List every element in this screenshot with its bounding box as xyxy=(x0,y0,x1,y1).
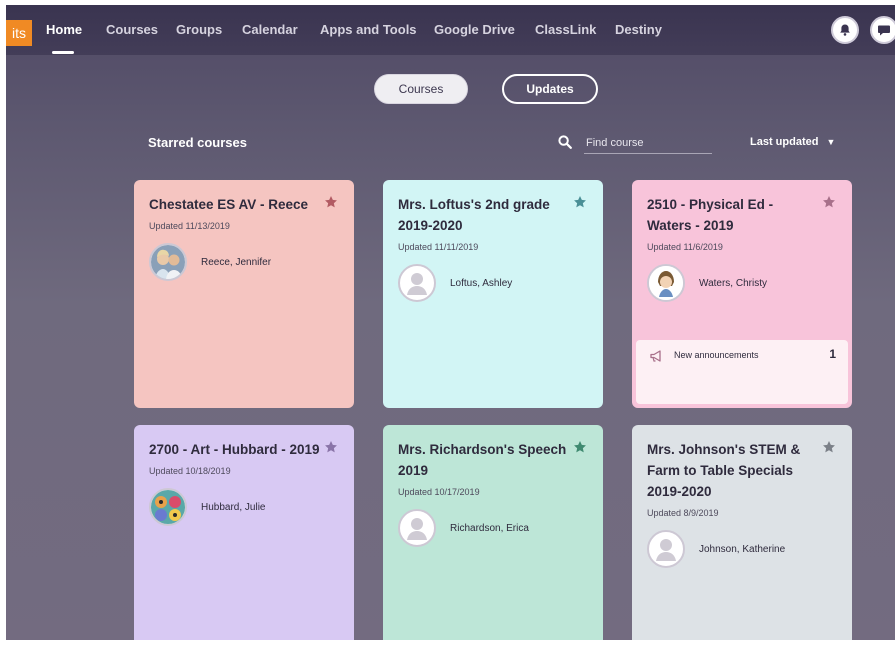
updated-date: Updated 11/13/2019 xyxy=(149,221,230,231)
nav-home[interactable]: Home xyxy=(46,22,82,37)
notifications-button[interactable] xyxy=(831,16,859,44)
nav-groups[interactable]: Groups xyxy=(176,22,222,37)
course-title[interactable]: 2700 - Art - Hubbard - 2019 xyxy=(149,439,321,460)
announcements-panel[interactable]: New announcements 1 xyxy=(636,340,848,404)
cartoon-avatar-icon xyxy=(649,266,683,300)
updated-date: Updated 10/17/2019 xyxy=(398,487,480,497)
top-nav: its Home Courses Groups Calendar Apps an… xyxy=(6,5,895,55)
find-course-input[interactable] xyxy=(584,133,712,154)
caret-down-icon: ▼ xyxy=(826,137,836,147)
nav-apps-and-tools[interactable]: Apps and Tools xyxy=(320,22,417,37)
course-title[interactable]: Mrs. Richardson's Speech 2019 xyxy=(398,439,570,481)
person-placeholder-icon xyxy=(407,273,427,295)
star-icon[interactable] xyxy=(324,440,338,454)
nav-courses[interactable]: Courses xyxy=(106,22,158,37)
course-card[interactable]: 2700 - Art - Hubbard - 2019 Updated 10/1… xyxy=(134,425,354,640)
star-icon[interactable] xyxy=(573,440,587,454)
app-frame: its Home Courses Groups Calendar Apps an… xyxy=(6,5,895,640)
announcements-label: New announcements xyxy=(674,350,759,360)
course-card[interactable]: Chestatee ES AV - Reece Updated 11/13/20… xyxy=(134,180,354,408)
course-card[interactable]: Mrs. Johnson's STEM & Farm to Table Spec… xyxy=(632,425,852,640)
bell-icon xyxy=(840,24,850,36)
starred-courses-heading: Starred courses xyxy=(148,135,247,150)
teacher-name[interactable]: Waters, Christy xyxy=(699,278,767,289)
nav-google-drive[interactable]: Google Drive xyxy=(434,22,515,37)
star-icon[interactable] xyxy=(324,195,338,209)
itslearning-logo[interactable]: its xyxy=(6,20,32,46)
star-icon[interactable] xyxy=(573,195,587,209)
announcements-count: 1 xyxy=(829,347,836,361)
search-icon[interactable] xyxy=(558,135,572,149)
updates-toggle-button[interactable]: Updates xyxy=(502,74,598,104)
updated-date: Updated 8/9/2019 xyxy=(647,508,719,518)
teacher-avatar xyxy=(647,530,685,568)
teacher-name[interactable]: Loftus, Ashley xyxy=(450,278,512,289)
teacher-name[interactable]: Hubbard, Julie xyxy=(201,502,265,513)
star-icon[interactable] xyxy=(822,195,836,209)
teacher-avatar xyxy=(149,243,187,281)
active-nav-indicator xyxy=(52,51,74,54)
star-icon[interactable] xyxy=(822,440,836,454)
person-placeholder-icon xyxy=(656,539,676,561)
course-card[interactable]: 2510 - Physical Ed - Waters - 2019 Updat… xyxy=(632,180,852,408)
updated-date: Updated 11/6/2019 xyxy=(647,242,723,252)
teacher-photo-icon xyxy=(151,245,185,279)
person-placeholder-icon xyxy=(407,518,427,540)
teacher-name[interactable]: Johnson, Katherine xyxy=(699,544,785,555)
nav-classlink[interactable]: ClassLink xyxy=(535,22,596,37)
courses-toggle-button[interactable]: Courses xyxy=(374,74,468,104)
teacher-avatar xyxy=(398,264,436,302)
course-card[interactable]: Mrs. Loftus's 2nd grade 2019-2020 Update… xyxy=(383,180,603,408)
teacher-avatar xyxy=(398,509,436,547)
course-title[interactable]: Chestatee ES AV - Reece xyxy=(149,194,321,215)
teacher-avatar xyxy=(149,488,187,526)
nav-calendar[interactable]: Calendar xyxy=(242,22,298,37)
teacher-name[interactable]: Richardson, Erica xyxy=(450,523,529,534)
sort-label: Last updated xyxy=(750,136,819,148)
teacher-photo-icon xyxy=(151,490,185,524)
messages-button[interactable] xyxy=(870,16,895,44)
updated-date: Updated 11/11/2019 xyxy=(398,242,479,252)
course-title[interactable]: Mrs. Johnson's STEM & Farm to Table Spec… xyxy=(647,439,819,502)
sort-dropdown[interactable]: Last updated ▼ xyxy=(750,136,835,148)
megaphone-icon xyxy=(650,350,661,362)
updated-date: Updated 10/18/2019 xyxy=(149,466,231,476)
nav-destiny[interactable]: Destiny xyxy=(615,22,662,37)
course-card[interactable]: Mrs. Richardson's Speech 2019 Updated 10… xyxy=(383,425,603,640)
teacher-name[interactable]: Reece, Jennifer xyxy=(201,257,271,268)
teacher-avatar xyxy=(647,264,685,302)
course-title[interactable]: Mrs. Loftus's 2nd grade 2019-2020 xyxy=(398,194,570,236)
chat-bubble-icon xyxy=(878,25,890,36)
course-title[interactable]: 2510 - Physical Ed - Waters - 2019 xyxy=(647,194,819,236)
